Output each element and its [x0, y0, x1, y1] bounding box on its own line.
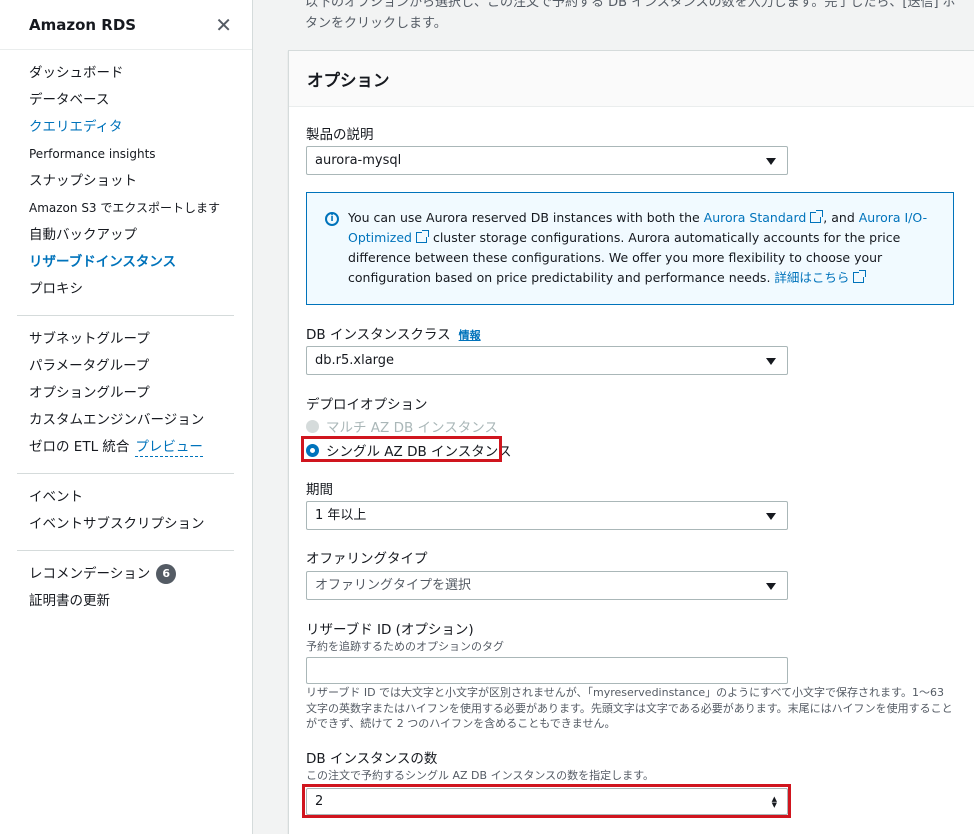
sidebar-item-label: レコメンデーション	[29, 566, 151, 582]
sidebar-item-config-0[interactable]: サブネットグループ	[0, 326, 252, 353]
info-alert: i You can use Aurora reserved DB instanc…	[306, 192, 954, 305]
deploy-option-label: デプロイオプション	[306, 397, 428, 413]
sidebar-group-events: イベント イベントサブスクリプション	[0, 474, 252, 550]
recommendations-count-badge: 6	[156, 564, 177, 584]
sidebar-item-certificate-update[interactable]: 証明書の更新	[0, 588, 252, 615]
offering-type-select[interactable]: オファリングタイプを選択	[306, 571, 788, 600]
select-value: aurora-mysql	[315, 153, 402, 168]
aurora-standard-link[interactable]: Aurora Standard	[704, 210, 824, 225]
instance-count-label: DB インスタンスの数	[306, 751, 438, 767]
alert-text: You can use Aurora reserved DB instances…	[348, 210, 704, 225]
sidebar-item-label: ゼロの ETL 統合	[29, 439, 130, 455]
sidebar-item-nav-7[interactable]: リザーブドインスタンス	[0, 249, 252, 276]
sidebar-group-config: サブネットグループ パラメータグループ オプショングループ カスタムエンジンバージョン…	[0, 316, 252, 473]
sidebar-item-nav-6[interactable]: 自動バックアップ	[0, 222, 252, 249]
instance-class-select[interactable]: db.r5.xlarge	[306, 346, 788, 375]
select-value: db.r5.xlarge	[315, 353, 395, 368]
sidebar-group-recs: レコメンデーション 6 証明書の更新	[0, 551, 252, 627]
external-link-icon	[415, 230, 429, 243]
caret-down-icon	[766, 158, 776, 165]
sidebar-item-nav-3[interactable]: Performance insights	[0, 141, 252, 168]
sidebar-item-nav-4[interactable]: スナップショット	[0, 168, 252, 195]
caret-down-icon	[766, 358, 776, 365]
panel-title: オプション	[307, 70, 390, 90]
multi-az-radio: マルチ AZ DB インスタンス	[306, 416, 498, 436]
select-value: 1 年以上	[315, 508, 367, 523]
radio-label: マルチ AZ DB インスタンス	[326, 420, 498, 436]
term-select[interactable]: 1 年以上	[306, 501, 788, 530]
sidebar-item-nav-5[interactable]: Amazon S3 でエクスポートします	[0, 195, 252, 222]
external-link-icon	[810, 210, 824, 223]
info-link[interactable]: 情報	[459, 329, 481, 342]
sidebar-item-events-1[interactable]: イベントサブスクリプション	[0, 511, 252, 538]
sidebar-item-nav-1[interactable]: データベース	[0, 87, 252, 114]
instance-count-description: この注文で予約するシングル AZ DB インスタンスの数を指定します。	[306, 769, 655, 782]
highlight-box	[301, 436, 502, 462]
info-icon: i	[325, 212, 339, 226]
term-label: 期間	[306, 482, 333, 498]
sidebar-item-config-1[interactable]: パラメータグループ	[0, 353, 252, 380]
sidebar-header: Amazon RDS ✕	[0, 0, 252, 50]
sidebar-item-config-2[interactable]: オプショングループ	[0, 380, 252, 407]
sidebar-item-config-3[interactable]: カスタムエンジンバージョン	[0, 407, 252, 434]
highlight-box	[302, 784, 791, 818]
sidebar-title: Amazon RDS	[29, 15, 137, 34]
instance-class-label: DB インスタンスクラス 情報	[306, 327, 481, 343]
navigation-sidebar: Amazon RDS ✕ ダッシュボード データベース クエリエディタ Perform…	[0, 0, 253, 834]
product-description-select[interactable]: aurora-mysql	[306, 146, 788, 175]
caret-down-icon	[766, 513, 776, 520]
alert-text: , and	[823, 210, 859, 225]
reserved-id-description: 予約を追跡するためのオプションのタグ	[306, 640, 504, 653]
reserved-id-input[interactable]	[306, 657, 788, 684]
external-link-icon	[853, 270, 867, 283]
reserved-id-constraint-text: リザーブド ID では大文字と小文字が区別されませんが、「myreservedi…	[306, 686, 953, 730]
sidebar-group-main: ダッシュボード データベース クエリエディタ Performance insights…	[0, 50, 252, 315]
panel-header: オプション	[289, 51, 974, 107]
sidebar-item-recommendations[interactable]: レコメンデーション 6	[0, 561, 252, 588]
reserved-id-label: リザーブド ID (オプション)	[306, 622, 474, 638]
sidebar-item-zero-etl[interactable]: ゼロの ETL 統合 プレビュー	[0, 434, 252, 461]
offering-type-label: オファリングタイプ	[306, 551, 428, 567]
close-icon[interactable]: ✕	[215, 15, 232, 35]
select-placeholder: オファリングタイプを選択	[315, 578, 472, 593]
intro-text: 以下のオプションから選択し、この注文で予約する DB インスタンスの数を入力しま…	[305, 0, 956, 31]
sidebar-item-nav-2[interactable]: クエリエディタ	[0, 114, 252, 141]
sidebar-item-events-0[interactable]: イベント	[0, 484, 252, 511]
preview-link[interactable]: プレビュー	[135, 439, 203, 457]
learn-more-link[interactable]: 詳細はこちら	[774, 270, 867, 285]
sidebar-item-nav-8[interactable]: プロキシ	[0, 276, 252, 303]
caret-down-icon	[766, 583, 776, 590]
radio-icon	[306, 419, 319, 433]
sidebar-item-nav-0[interactable]: ダッシュボード	[0, 60, 252, 87]
product-description-label: 製品の説明	[306, 127, 374, 143]
